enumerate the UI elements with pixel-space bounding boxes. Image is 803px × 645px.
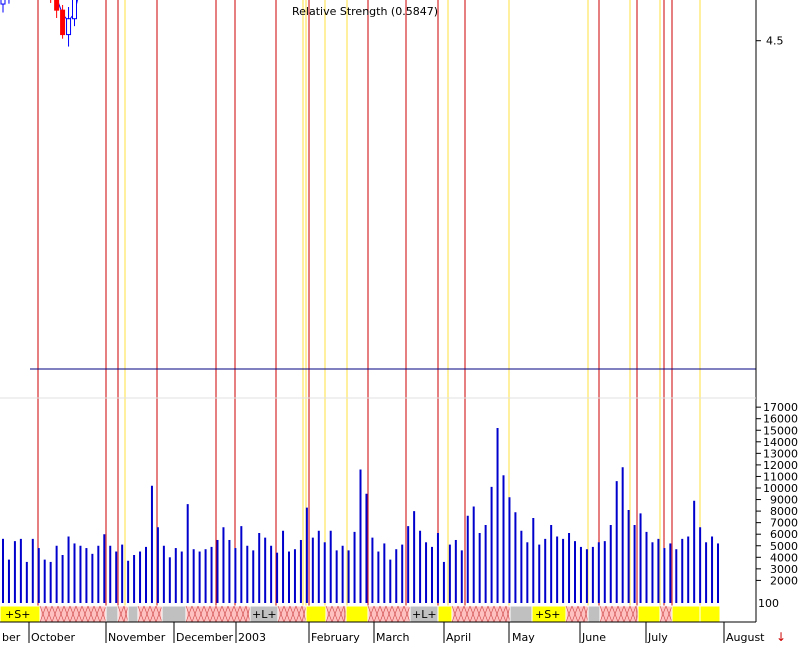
signal-segment — [161, 605, 187, 623]
signal-segment — [587, 605, 601, 623]
month-label: March — [376, 631, 410, 644]
volume-tick-label: 6000 — [770, 528, 798, 541]
volume-bottom-label: 100 — [758, 597, 779, 610]
stock-chart: 7,277,066,726,196,075,955,955,715,715,55… — [0, 0, 803, 645]
signal-segment — [137, 605, 163, 623]
month-label: July — [647, 631, 668, 644]
volume-tick-label: 10000 — [763, 482, 798, 495]
volume-tick-label: 9000 — [770, 494, 798, 507]
signal-label: +L+ — [252, 608, 277, 621]
volume-tick-label: 5000 — [770, 540, 798, 553]
month-label: ber — [2, 631, 21, 644]
price-tick-label: 4.5 — [766, 35, 784, 48]
candle-body — [0, 0, 6, 5]
volume-tick-label: 4000 — [770, 551, 798, 564]
volume-tick-label: 16000 — [763, 413, 798, 426]
candle-body — [72, 0, 77, 20]
volume-tick-label: 13000 — [763, 447, 798, 460]
month-label: April — [446, 631, 471, 644]
volume-tick-label: 8000 — [770, 505, 798, 518]
candle-body — [60, 9, 66, 36]
volume-tick-label: 17000 — [763, 401, 798, 414]
month-label: November — [108, 631, 166, 644]
candle-body — [66, 18, 72, 36]
signal-segment — [277, 605, 307, 623]
month-label: February — [311, 631, 360, 644]
month-label: June — [581, 631, 606, 644]
chart-title-overlay: Relative Strength (0.5847) — [292, 5, 438, 18]
month-label: August — [726, 631, 765, 644]
signal-segment — [127, 605, 139, 623]
signal-segment — [185, 605, 251, 623]
volume-tick-label: 14000 — [763, 436, 798, 449]
signal-segment — [699, 605, 721, 623]
volume-tick-label: 2000 — [770, 574, 798, 587]
signal-label: +S+ — [535, 608, 560, 621]
signal-segment — [509, 605, 533, 623]
signal-segment — [671, 605, 701, 623]
month-label: May — [512, 631, 535, 644]
volume-tick-label: 7000 — [770, 517, 798, 530]
candle-body — [54, 0, 60, 11]
volume-tick-label: 15000 — [763, 424, 798, 437]
signal-label: +L+ — [412, 608, 437, 621]
signal-segment — [659, 605, 673, 623]
volume-tick-label: 3000 — [770, 563, 798, 576]
volume-tick-label: 12000 — [763, 459, 798, 472]
signal-segment — [637, 605, 661, 623]
signal-segment — [305, 605, 327, 623]
signal-strip: +S+ +L+ +L+ +S+ — [0, 605, 721, 623]
signal-segment — [345, 605, 369, 623]
volume-tick-label: 11000 — [763, 470, 798, 483]
month-label: December — [176, 631, 234, 644]
signal-segment — [105, 605, 119, 623]
month-label: October — [31, 631, 75, 644]
month-label: 2003 — [238, 631, 266, 644]
signal-segment — [437, 605, 453, 623]
signal-label: +S+ — [5, 608, 30, 621]
scroll-down-arrow-icon[interactable]: ↓ — [776, 630, 786, 644]
